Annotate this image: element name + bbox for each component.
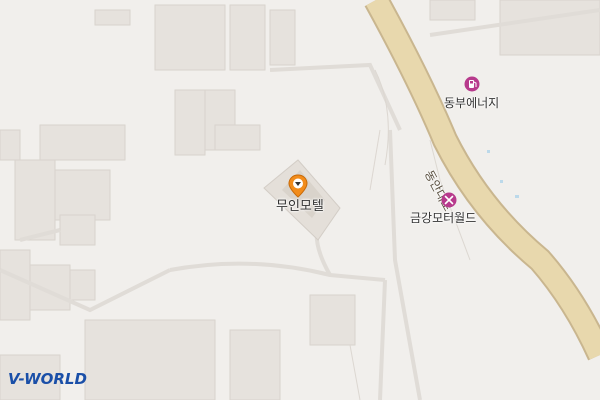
place-label-motor-world: 금강모터월드 <box>410 211 477 225</box>
place-label-motel: 무인모텔 <box>276 199 324 214</box>
fuel-station-icon <box>464 76 480 92</box>
vworld-logo: V-WORLD <box>8 370 87 388</box>
place-label-energy: 동부에너지 <box>444 96 500 110</box>
place-marker-energy[interactable] <box>464 76 480 96</box>
car-repair-icon <box>441 192 457 208</box>
water-marks <box>487 150 519 198</box>
map-canvas[interactable]: 동안대로 무인모텔 동부에너지 금강모터월드 V-WORLD <box>0 0 600 400</box>
